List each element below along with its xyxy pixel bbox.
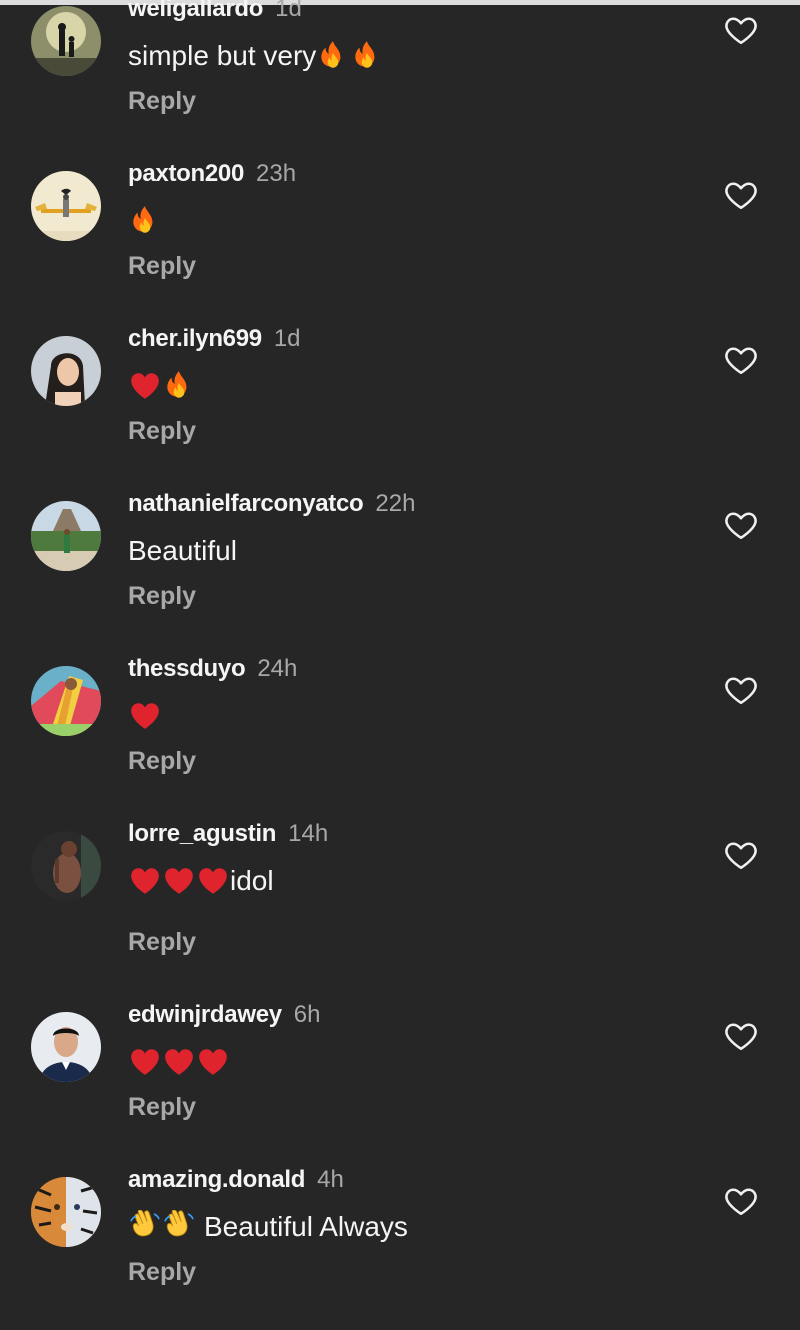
like-button[interactable] [723,672,759,708]
red-heart-emoji [162,1045,196,1079]
reply-button[interactable]: Reply [128,251,196,281]
comment-item: thessduyo 24h Reply [0,654,800,819]
like-button[interactable] [723,12,759,48]
comment-text [128,1042,230,1082]
comment-item: amazing.donald 4h Beautiful Always Reply [0,1165,800,1330]
comment-body: Beautiful [128,535,237,566]
comment-item: lorre_agustin 14h idol Reply [0,819,800,984]
heart-outline-icon [723,837,759,873]
timestamp: 14h [288,820,329,847]
comment-text [128,201,162,241]
reply-button[interactable]: Reply [128,746,196,776]
heart-outline-icon [723,672,759,708]
fire-emoji [128,204,162,238]
reply-button[interactable]: Reply [128,581,196,611]
username[interactable]: edwinjrdawey [128,1001,282,1028]
reply-button[interactable]: Reply [128,416,196,446]
username[interactable]: paxton200 [128,160,244,187]
comment-meta: weligallardo 1d [128,0,302,24]
avatar[interactable] [31,336,101,406]
like-button[interactable] [723,342,759,378]
comment-text [128,366,196,406]
username[interactable]: nathanielfarconyatco [128,490,364,517]
red-heart-emoji [128,369,162,403]
fire-emoji [162,369,196,403]
reply-button[interactable]: Reply [128,1092,196,1122]
like-button[interactable] [723,1018,759,1054]
waving-hand-emoji [162,1210,196,1244]
comment-meta: lorre_agustin 14h [128,819,328,849]
red-heart-emoji [128,864,162,898]
comment-meta: edwinjrdawey 6h [128,1000,321,1030]
timestamp: 4h [317,1166,344,1193]
heart-outline-icon [723,12,759,48]
avatar[interactable] [31,666,101,736]
comment-item: paxton200 23h Reply [0,159,800,324]
heart-outline-icon [723,1183,759,1219]
comment-item: cher.ilyn699 1d Reply [0,324,800,489]
like-button[interactable] [723,837,759,873]
comment-text: simple but very [128,36,384,76]
avatar[interactable] [31,171,101,241]
fire-emoji [350,39,384,73]
comment-body: simple but very [128,40,317,71]
username[interactable]: lorre_agustin [128,820,276,847]
comment-text: Beautiful [128,531,237,571]
comment-item: weligallardo 1d simple but very Reply [0,0,800,159]
like-button[interactable] [723,1183,759,1219]
comment-item: edwinjrdawey 6h Reply [0,1000,800,1165]
avatar[interactable] [31,1012,101,1082]
red-heart-emoji [162,864,196,898]
waving-hand-emoji [128,1210,162,1244]
username[interactable]: amazing.donald [128,1166,305,1193]
timestamp: 24h [257,655,298,682]
username[interactable]: weligallardo [128,0,263,22]
fire-emoji [316,39,350,73]
comment-meta: cher.ilyn699 1d [128,324,301,354]
like-button[interactable] [723,177,759,213]
timestamp: 6h [293,1001,321,1028]
red-heart-emoji [128,1045,162,1079]
comment-item: nathanielfarconyatco 22h Beautiful Reply [0,489,800,654]
comment-meta: nathanielfarconyatco 22h [128,489,415,519]
comment-body: idol [230,865,274,896]
timestamp: 22h [375,490,416,517]
heart-outline-icon [723,342,759,378]
timestamp: 1d [273,325,301,352]
avatar[interactable] [31,1177,101,1247]
username[interactable]: cher.ilyn699 [128,325,262,352]
avatar[interactable] [31,831,101,901]
comment-meta: amazing.donald 4h [128,1165,344,1195]
comment-text: Beautiful Always [128,1207,408,1247]
avatar[interactable] [31,6,101,76]
reply-button[interactable]: Reply [128,927,196,957]
comment-text [128,696,162,736]
comment-meta: paxton200 23h [128,159,296,189]
comment-meta: thessduyo 24h [128,654,297,684]
heart-outline-icon [723,507,759,543]
reply-button[interactable]: Reply [128,86,196,116]
avatar[interactable] [31,501,101,571]
timestamp: 23h [256,160,297,187]
heart-outline-icon [723,177,759,213]
username[interactable]: thessduyo [128,655,246,682]
reply-button[interactable]: Reply [128,1257,196,1287]
red-heart-emoji [128,699,162,733]
timestamp: 1d [275,0,302,22]
like-button[interactable] [723,507,759,543]
red-heart-emoji [196,1045,230,1079]
red-heart-emoji [196,864,230,898]
heart-outline-icon [723,1018,759,1054]
comment-text: idol [128,861,274,901]
comment-body: Beautiful Always [204,1211,408,1242]
